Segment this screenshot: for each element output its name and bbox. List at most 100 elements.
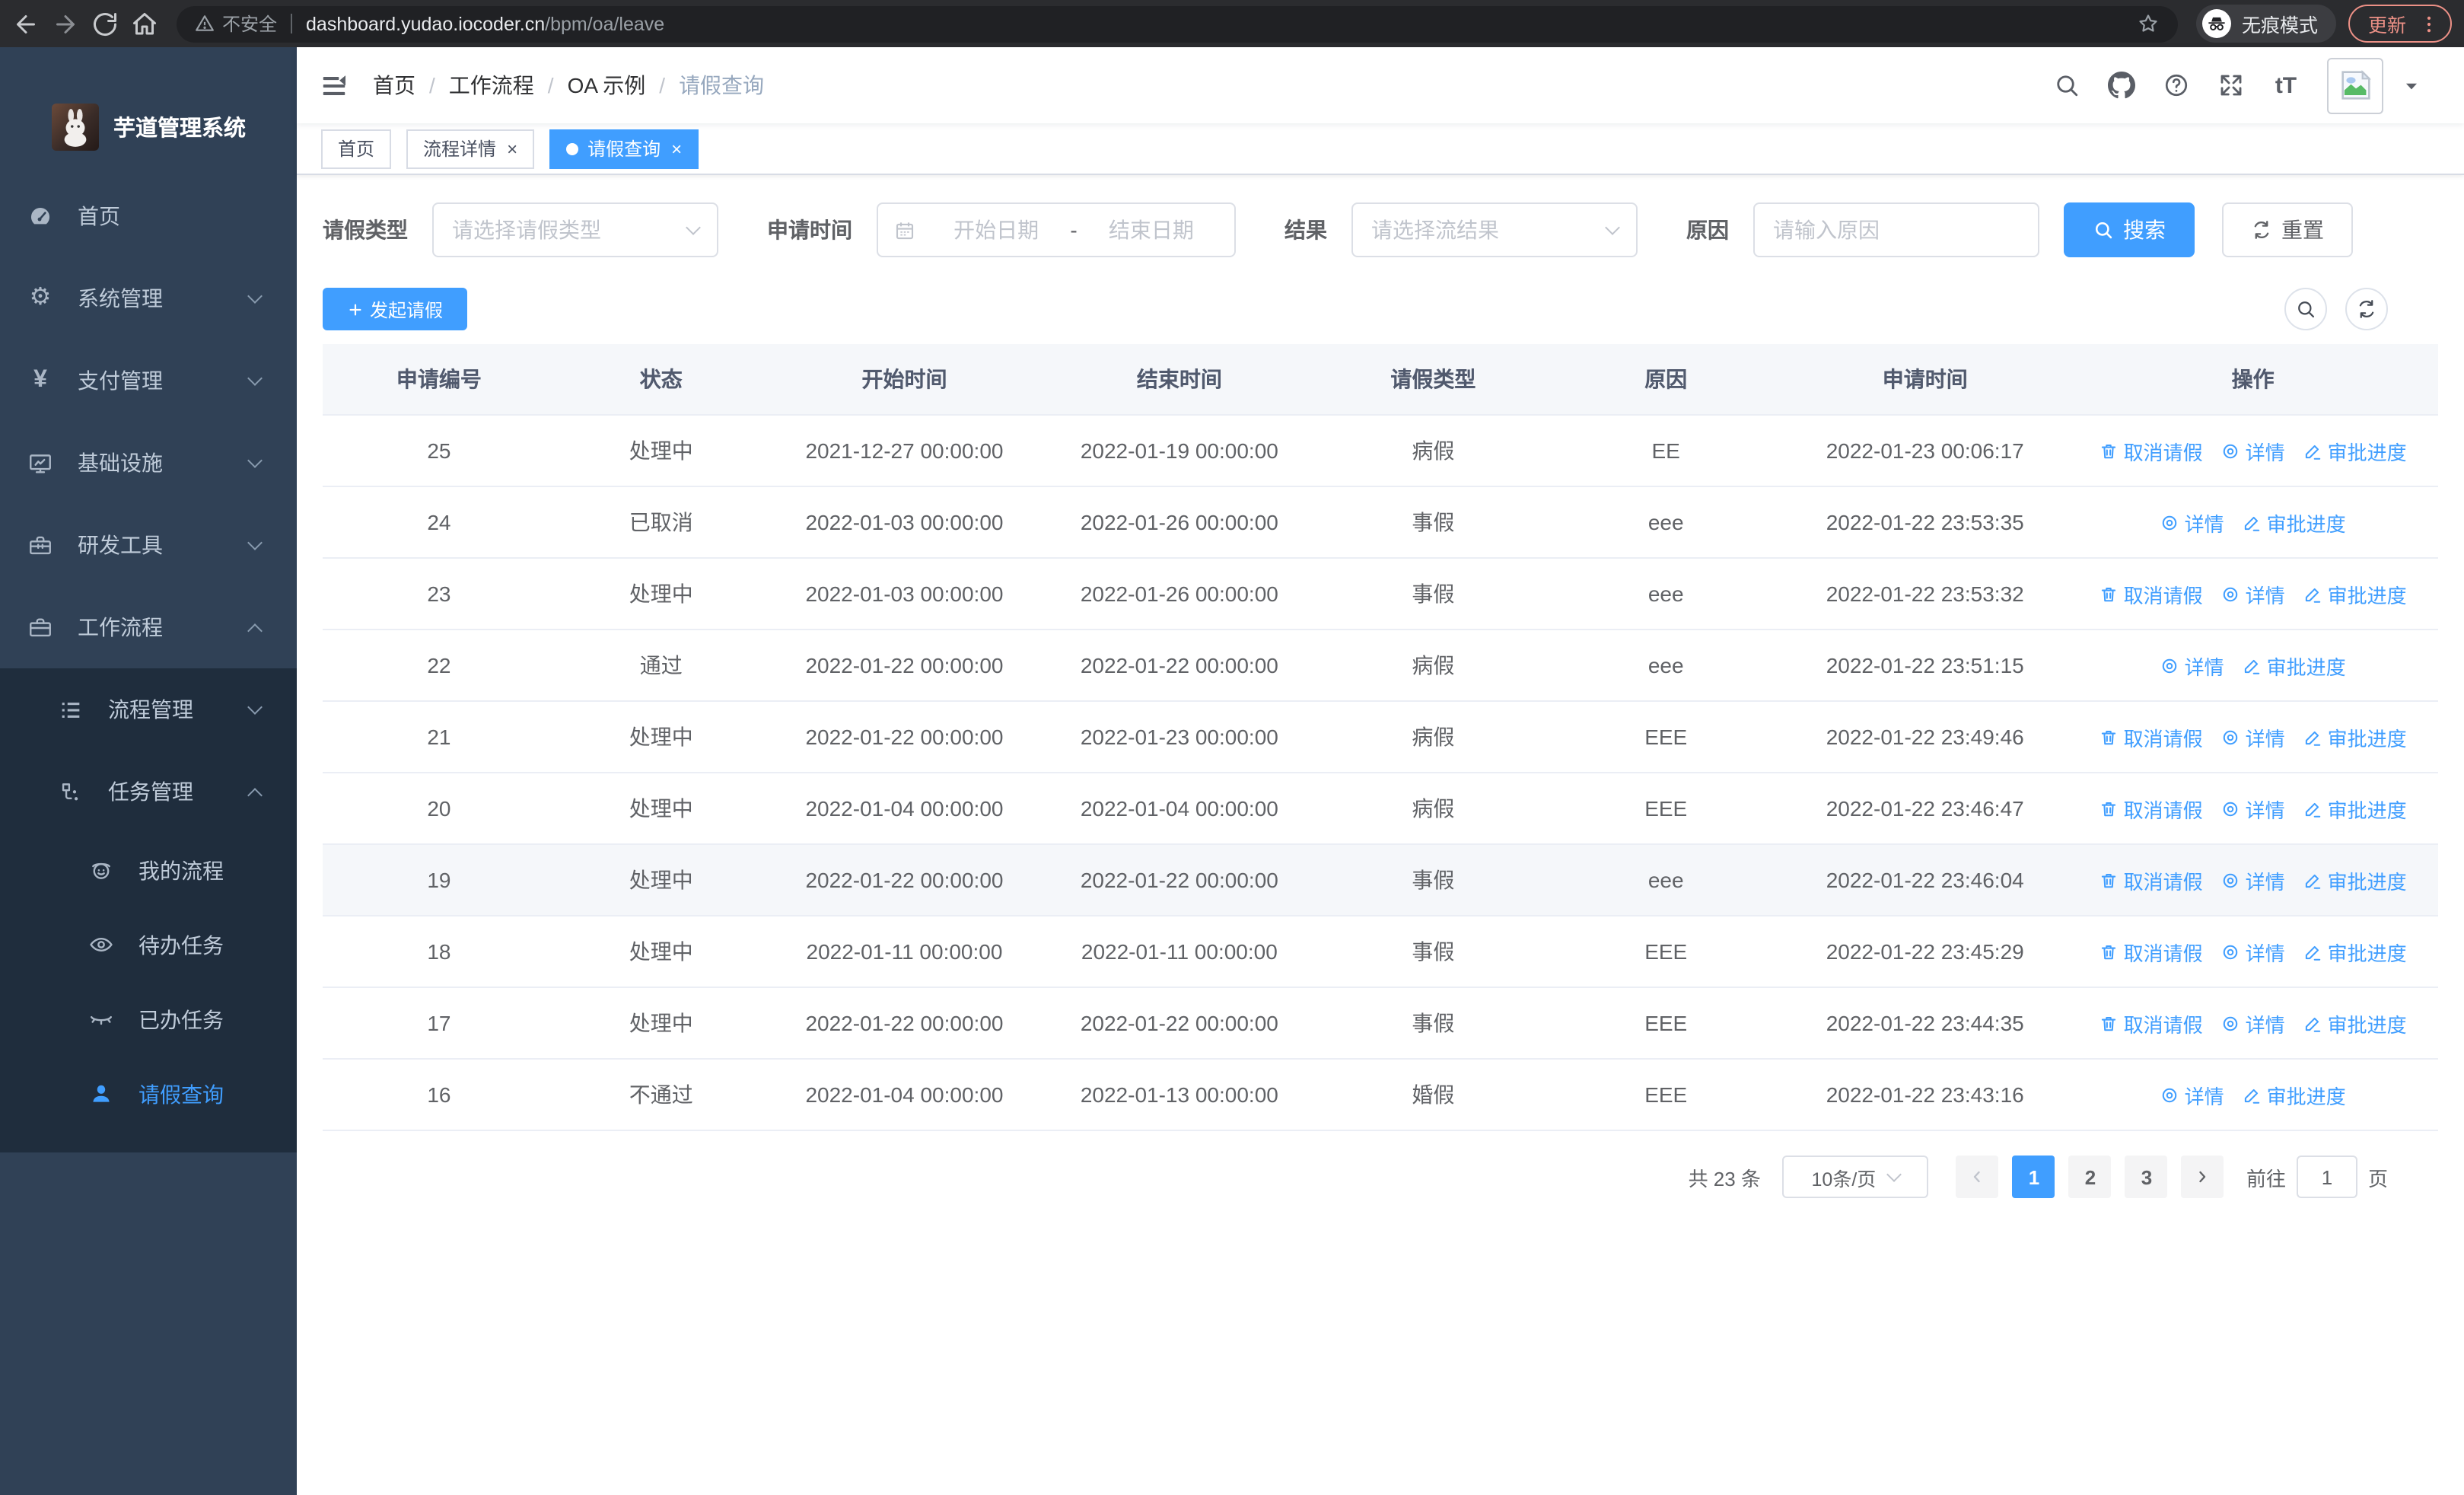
browser-menu-icon[interactable] (2418, 13, 2440, 34)
action-cancel-link[interactable]: 取消请假 (2099, 937, 2203, 966)
search-button[interactable]: 搜索 (2064, 202, 2195, 257)
reason-field[interactable] (1753, 202, 2039, 257)
action-progress-link[interactable]: 审批进度 (2303, 579, 2407, 608)
page-button-1[interactable]: 1 (2012, 1156, 2055, 1198)
result-select[interactable]: 请选择流结果 (1351, 202, 1638, 257)
sidebar-item-infrastructure[interactable]: 基础设施 (0, 422, 297, 504)
update-button[interactable]: 更新 (2348, 5, 2452, 43)
leave-type-select[interactable]: 请选择请假类型 (432, 202, 718, 257)
sidebar-item-payment-management[interactable]: ¥ 支付管理 (0, 339, 297, 422)
search-icon[interactable] (2053, 72, 2080, 99)
goto-page-input[interactable] (2296, 1156, 2357, 1198)
create-leave-button[interactable]: 发起请假 (323, 288, 468, 330)
sidebar-item-dev-tools[interactable]: 研发工具 (0, 504, 297, 586)
sidebar-item-system-management[interactable]: ⚙ 系统管理 (0, 257, 297, 339)
action-progress-link[interactable]: 审批进度 (2303, 722, 2407, 751)
update-label[interactable]: 更新 (2368, 9, 2406, 38)
tab-leave-query[interactable]: 请假查询 × (549, 129, 699, 168)
action-detail-link[interactable]: 详情 (2221, 722, 2285, 751)
close-icon[interactable]: × (671, 139, 682, 158)
reset-button[interactable]: 重置 (2222, 202, 2353, 257)
action-cancel-link[interactable]: 取消请假 (2099, 436, 2203, 465)
action-progress-link[interactable]: 审批进度 (2303, 865, 2407, 894)
action-detail-link[interactable]: 详情 (2160, 1080, 2224, 1109)
breadcrumb-item[interactable]: OA 示例 (568, 70, 646, 100)
sidebar-item-todo-tasks[interactable]: 待办任务 (0, 907, 297, 982)
table-row[interactable]: 18 处理中 2022-01-11 00:00:00 2022-01-11 00:00… (323, 916, 2438, 988)
page-size-select[interactable]: 10条/页 (1781, 1156, 1928, 1198)
action-detail-link[interactable]: 详情 (2160, 651, 2224, 680)
action-detail-link[interactable]: 详情 (2221, 436, 2285, 465)
help-icon[interactable] (2163, 72, 2190, 99)
sidebar-fold-icon[interactable] (320, 71, 349, 100)
page-button-3[interactable]: 3 (2125, 1156, 2168, 1198)
sidebar-item-process-management[interactable]: 流程管理 (0, 668, 297, 751)
user-avatar[interactable] (2327, 57, 2383, 113)
action-detail-link[interactable]: 详情 (2221, 579, 2285, 608)
cell-start: 2022-01-22 00:00:00 (805, 725, 1004, 749)
sidebar-item-my-processes[interactable]: 我的流程 (0, 833, 297, 907)
action-progress-link[interactable]: 审批进度 (2243, 1080, 2346, 1109)
bookmark-star-icon[interactable] (2137, 12, 2160, 35)
sidebar-item-leave-query[interactable]: 请假查询 (0, 1057, 297, 1131)
breadcrumb-item[interactable]: 首页 (373, 70, 415, 100)
action-detail-link[interactable]: 详情 (2221, 937, 2285, 966)
github-icon[interactable] (2108, 72, 2135, 99)
sidebar-logo[interactable]: 芋道管理系统 (0, 78, 297, 175)
table-row[interactable]: 23 处理中 2022-01-03 00:00:00 2022-01-26 00:00… (323, 559, 2438, 630)
caret-down-icon[interactable] (2402, 75, 2421, 95)
sidebar: 芋道管理系统 首页 ⚙ 系统管理 ¥ 支付管理 基础设施 研发工具 工作流程 流程管理 任务管理我… (0, 47, 297, 1495)
action-progress-link[interactable]: 审批进度 (2303, 794, 2407, 823)
action-progress-link[interactable]: 审批进度 (2243, 651, 2346, 680)
close-icon[interactable]: × (507, 139, 517, 158)
tab-process-detail[interactable]: 流程详情 × (406, 129, 535, 168)
action-cancel-link[interactable]: 取消请假 (2099, 1009, 2203, 1038)
apply-time-range-picker[interactable]: 开始日期 - 结束日期 (877, 202, 1236, 257)
page-button-2[interactable]: 2 (2068, 1156, 2112, 1198)
sidebar-item-home[interactable]: 首页 (0, 175, 297, 257)
action-detail-link[interactable]: 详情 (2221, 794, 2285, 823)
trash-icon (2099, 727, 2119, 747)
refresh-table-button[interactable] (2345, 288, 2388, 330)
browser-home-icon[interactable] (131, 10, 158, 37)
sidebar-item-done-tasks[interactable]: 已办任务 (0, 982, 297, 1057)
tab-home[interactable]: 首页 (321, 129, 392, 168)
show-search-button[interactable] (2284, 288, 2327, 330)
breadcrumb-item[interactable]: 工作流程 (449, 70, 534, 100)
table-row[interactable]: 22 通过 2022-01-22 00:00:00 2022-01-22 00:00:… (323, 630, 2438, 702)
security-label[interactable]: 不安全 (222, 11, 277, 37)
address-bar[interactable]: 不安全 dashboard.yudao.iocoder.cn/bpm/oa/le… (177, 5, 2178, 42)
table-row[interactable]: 20 处理中 2022-01-04 00:00:00 2022-01-04 00:00… (323, 773, 2438, 845)
action-cancel-link[interactable]: 取消请假 (2099, 794, 2203, 823)
dashboard-icon (27, 203, 53, 229)
sidebar-item-workflow[interactable]: 工作流程 (0, 586, 297, 668)
browser-reload-icon[interactable] (91, 10, 119, 37)
table-row[interactable]: 19 处理中 2022-01-22 00:00:00 2022-01-22 00:00… (323, 845, 2438, 916)
table-row[interactable]: 24 已取消 2022-01-03 00:00:00 2022-01-26 00:00… (323, 487, 2438, 559)
table-row[interactable]: 25 处理中 2021-12-27 00:00:00 2022-01-19 00:00… (323, 416, 2438, 487)
action-progress-link[interactable]: 审批进度 (2243, 508, 2346, 537)
action-progress-link[interactable]: 审批进度 (2303, 436, 2407, 465)
sidebar-item-task-management[interactable]: 任务管理 (0, 751, 297, 833)
start-date-input[interactable]: 开始日期 (928, 215, 1064, 245)
font-size-icon[interactable]: tT (2272, 72, 2300, 99)
table-row[interactable]: 17 处理中 2022-01-22 00:00:00 2022-01-22 00:00… (323, 988, 2438, 1060)
prev-page-button[interactable] (1956, 1156, 1999, 1198)
action-cancel-link[interactable]: 取消请假 (2099, 722, 2203, 751)
browser-forward-icon[interactable] (52, 10, 79, 37)
end-date-input[interactable]: 结束日期 (1084, 215, 1219, 245)
fullscreen-icon[interactable] (2217, 72, 2245, 99)
action-progress-link[interactable]: 审批进度 (2303, 1009, 2407, 1038)
action-cancel-link[interactable]: 取消请假 (2099, 579, 2203, 608)
action-progress-link[interactable]: 审批进度 (2303, 937, 2407, 966)
next-page-button[interactable] (2181, 1156, 2224, 1198)
action-detail-link[interactable]: 详情 (2160, 508, 2224, 537)
column-header: 原因 (1644, 367, 1688, 391)
table-row[interactable]: 21 处理中 2022-01-22 00:00:00 2022-01-23 00:00… (323, 702, 2438, 773)
action-cancel-link[interactable]: 取消请假 (2099, 865, 2203, 894)
browser-back-icon[interactable] (12, 10, 40, 37)
table-row[interactable]: 16 不通过 2022-01-04 00:00:00 2022-01-13 00:00… (323, 1060, 2438, 1131)
action-detail-link[interactable]: 详情 (2221, 865, 2285, 894)
reason-input[interactable] (1773, 218, 2020, 242)
action-detail-link[interactable]: 详情 (2221, 1009, 2285, 1038)
